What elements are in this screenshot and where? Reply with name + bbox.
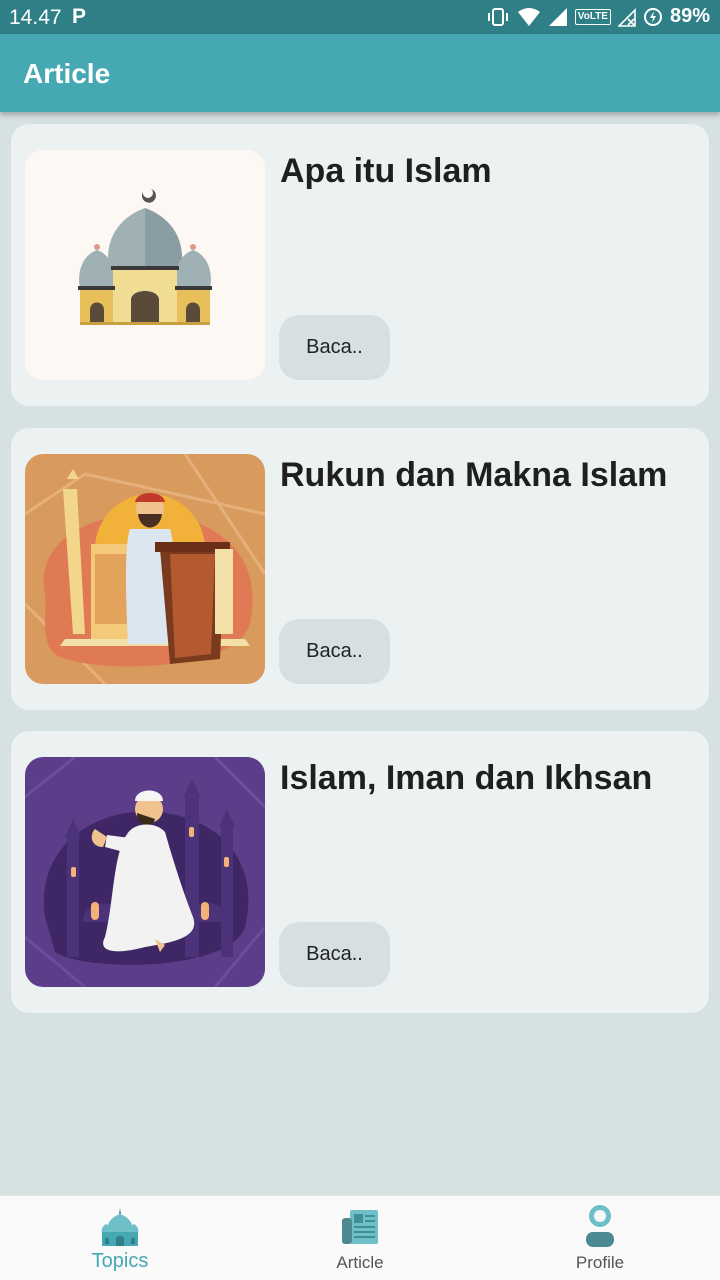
signal-no-data-icon bbox=[617, 7, 636, 27]
read-button[interactable]: Baca.. bbox=[279, 922, 390, 987]
mosque-icon bbox=[101, 1208, 139, 1246]
status-bar: 14.47 P VoLTE 89% bbox=[0, 0, 720, 34]
battery-level: 89% bbox=[669, 5, 710, 27]
wifi-icon bbox=[517, 7, 540, 26]
vibrate-icon bbox=[487, 7, 508, 26]
nav-label-profile: Profile bbox=[575, 1253, 625, 1272]
signal-icon bbox=[548, 7, 567, 26]
status-time: 14.47 bbox=[9, 6, 62, 29]
article-title: Rukun dan Makna Islam bbox=[280, 456, 668, 494]
article-title: Islam, Iman dan Ikhsan bbox=[280, 759, 653, 797]
nav-label-topics: Topics bbox=[91, 1250, 149, 1272]
nav-item-profile[interactable]: Profile bbox=[480, 1196, 720, 1280]
newspaper-icon bbox=[342, 1210, 378, 1244]
bottom-navigation: Topics Article Profile bbox=[0, 1195, 720, 1280]
nav-item-article[interactable]: Article bbox=[240, 1196, 480, 1280]
article-card[interactable]: Rukun dan Makna Islam Baca.. bbox=[11, 428, 709, 710]
battery-saver-icon bbox=[643, 7, 662, 26]
article-card[interactable]: Islam, Iman dan Ikhsan Baca.. bbox=[11, 731, 709, 1013]
person-icon bbox=[586, 1205, 614, 1247]
read-button[interactable]: Baca.. bbox=[279, 619, 390, 684]
preacher-at-pulpit-illustration-icon bbox=[25, 454, 265, 684]
app-bar: Article bbox=[0, 34, 720, 112]
read-button[interactable]: Baca.. bbox=[279, 315, 390, 380]
status-icons: VoLTE 89% bbox=[486, 5, 710, 28]
page-title: Article bbox=[23, 58, 111, 89]
notification-app-icon: P bbox=[72, 5, 87, 28]
mosque-illustration-icon bbox=[25, 150, 265, 380]
nav-item-topics[interactable]: Topics bbox=[0, 1196, 240, 1280]
article-title: Apa itu Islam bbox=[280, 152, 492, 190]
man-praying-illustration-icon bbox=[25, 757, 265, 987]
nav-label-article: Article bbox=[336, 1253, 384, 1272]
volte-badge: VoLTE bbox=[574, 8, 611, 25]
article-card[interactable]: Apa itu Islam Baca.. bbox=[11, 124, 709, 406]
